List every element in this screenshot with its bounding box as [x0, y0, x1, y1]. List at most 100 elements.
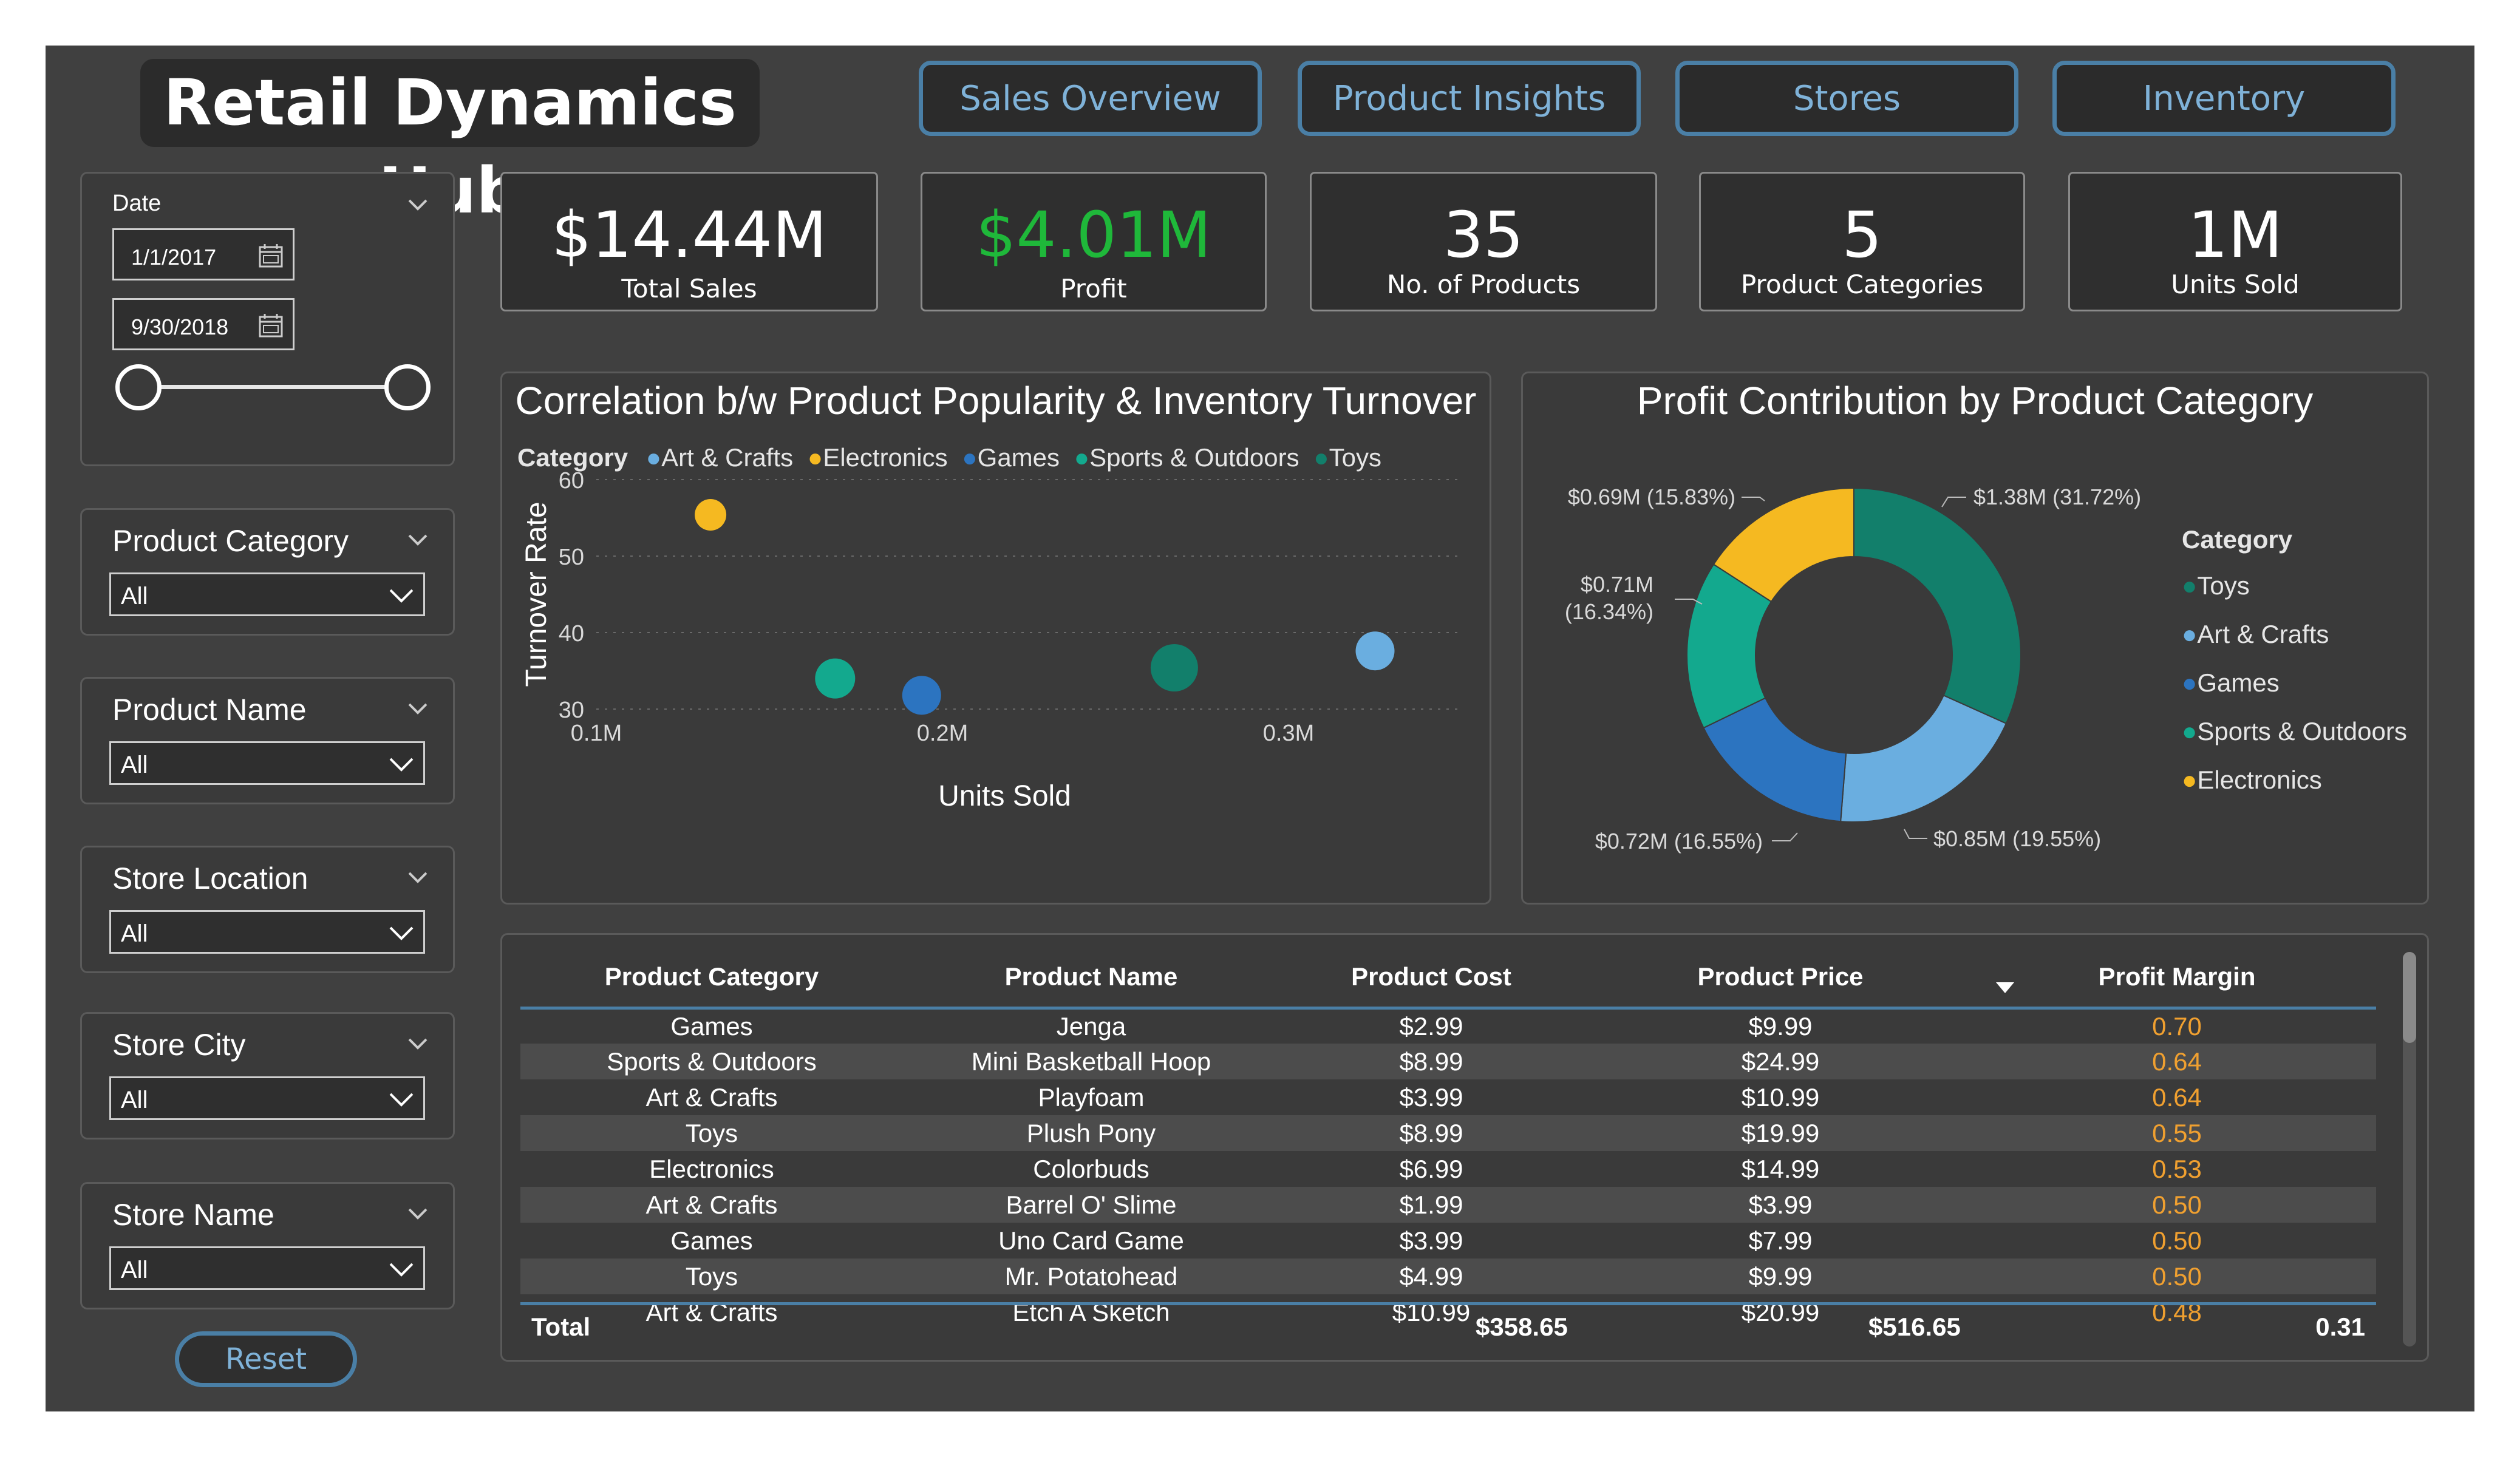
date-slicer: Date 1/1/2017 9/30/2018: [80, 172, 455, 466]
calendar-icon[interactable]: [257, 312, 284, 339]
table-cell: Games: [670, 1226, 753, 1255]
scatter-point[interactable]: [695, 498, 727, 531]
chevron-down-icon[interactable]: [406, 1031, 430, 1055]
legend-dot: ●: [2182, 766, 2198, 794]
date-range-end-handle[interactable]: [384, 364, 431, 410]
table-cell: $10.99: [1741, 1082, 1820, 1112]
column-header[interactable]: Profit Margin: [1978, 947, 2376, 1010]
table-row[interactable]: Art & Crafts Barrel O' Slime $1.99 $3.99 0.5…: [520, 1187, 2376, 1223]
table-row[interactable]: Sports & Outdoors Mini Basketball Hoop $8.…: [520, 1044, 2376, 1079]
legend-item[interactable]: ●Electronics: [2182, 756, 2407, 804]
table-cell: $8.99: [1279, 1044, 1583, 1079]
table-cell: 0.55: [1978, 1115, 2376, 1151]
reset-button[interactable]: Reset: [175, 1331, 357, 1387]
y-axis-label: Turnover Rate: [520, 501, 553, 687]
legend-item[interactable]: ●Games: [2182, 659, 2407, 707]
nav-sales-overview-button[interactable]: Sales Overview: [919, 61, 1262, 136]
x-tick-label: 0.2M: [917, 721, 968, 746]
table-cell: Games: [670, 1011, 753, 1041]
legend-item[interactable]: ●Sports & Outdoors: [2182, 707, 2407, 756]
total-label: Total: [531, 1313, 591, 1341]
kpi-label: Units Sold: [2171, 270, 2300, 299]
date-range-track: [143, 385, 404, 389]
data-label: (16.34%): [1565, 599, 1653, 624]
store-location-dropdown[interactable]: All: [109, 910, 425, 954]
column-header[interactable]: Product Price: [1583, 947, 1978, 1010]
dropdown-value: All: [121, 920, 148, 947]
dropdown-value: All: [121, 1087, 148, 1113]
sort-descending-icon[interactable]: [1996, 982, 2014, 994]
scatter-point[interactable]: [902, 676, 941, 715]
column-header[interactable]: Product Name: [903, 947, 1279, 1010]
legend-dot: ●: [2182, 620, 2198, 648]
donut-legend: ●Toys ●Art & Crafts ●Games ●Sports & Out…: [2182, 562, 2407, 804]
kpi-card-product-categories: 5 Product Categories: [1699, 172, 2025, 311]
table-cell: $9.99: [1748, 1011, 1813, 1041]
date-start-field[interactable]: 1/1/2017: [112, 228, 295, 280]
calendar-icon[interactable]: [257, 242, 284, 269]
table-cell: Mini Basketball Hoop: [903, 1044, 1279, 1079]
chevron-down-icon[interactable]: [406, 1201, 430, 1225]
table-scrollbar[interactable]: [2403, 952, 2416, 1347]
nav-stores-button[interactable]: Stores: [1675, 61, 2018, 136]
kpi-label: Product Categories: [1740, 270, 1984, 299]
table-cell: 0.64: [2152, 1082, 2202, 1112]
table-cell: 0.50: [1978, 1187, 2376, 1223]
table-row[interactable]: Toys Plush Pony $8.99 $19.99 0.55: [520, 1115, 2376, 1151]
legend-item[interactable]: ●Toys: [2182, 562, 2407, 610]
table-cell: $3.99: [1583, 1187, 1978, 1223]
scatter-point[interactable]: [1150, 644, 1198, 691]
product-name-dropdown[interactable]: All: [109, 741, 425, 785]
product-category-dropdown[interactable]: All: [109, 572, 425, 616]
slicer-title: Store Name: [112, 1198, 274, 1232]
chevron-down-icon[interactable]: [406, 696, 430, 720]
column-header[interactable]: Product Category: [520, 947, 903, 1010]
slicer-title: Store Location: [112, 861, 308, 895]
store-name-dropdown[interactable]: All: [109, 1246, 425, 1290]
chevron-down-icon: [389, 1263, 414, 1277]
donut-slice[interactable]: [1853, 487, 2021, 725]
date-range-start-handle[interactable]: [115, 364, 162, 410]
legend-dot: ●: [2182, 571, 2198, 600]
legend-item[interactable]: ●Art & Crafts: [2182, 610, 2407, 659]
product-table: Product Category Product Name Product Co…: [520, 947, 2376, 1330]
data-label: $0.71M: [1581, 572, 1653, 597]
donut-slice[interactable]: [1840, 695, 2007, 823]
scrollbar-thumb[interactable]: [2403, 952, 2416, 1043]
nav-product-insights-button[interactable]: Product Insights: [1298, 61, 1641, 136]
chevron-down-icon[interactable]: [406, 864, 430, 889]
table-cell: $6.99: [1399, 1154, 1463, 1183]
table-row[interactable]: Art & Crafts Playfoam $3.99 $10.99 0.64: [520, 1079, 2376, 1115]
kpi-card-products: 35 No. of Products: [1310, 172, 1657, 311]
data-label: $1.38M (31.72%): [1973, 484, 2141, 509]
chevron-down-icon[interactable]: [406, 192, 430, 216]
store-city-dropdown[interactable]: All: [109, 1076, 425, 1120]
nav-inventory-button[interactable]: Inventory: [2052, 61, 2396, 136]
table-cell: $3.99: [1399, 1082, 1463, 1112]
data-label: $0.69M (15.83%): [1568, 484, 1735, 509]
table-cell: 0.70: [2152, 1011, 2202, 1041]
column-header[interactable]: Product Cost: [1279, 947, 1583, 1010]
table-row[interactable]: Games Jenga $2.99 $9.99 0.70: [520, 1008, 2376, 1044]
table-row[interactable]: Toys Mr. Potatohead $4.99 $9.99 0.50: [520, 1258, 2376, 1294]
table-total-row: Total $358.65 $516.65 0.31: [520, 1302, 2376, 1342]
scatter-chart-panel: Correlation b/w Product Popularity & Inv…: [500, 372, 1491, 905]
table-cell: Jenga: [1056, 1011, 1126, 1041]
table-cell: Plush Pony: [903, 1115, 1279, 1151]
table-cell: Mr. Potatohead: [903, 1258, 1279, 1294]
scatter-point[interactable]: [1355, 631, 1395, 671]
chevron-down-icon[interactable]: [406, 527, 430, 551]
table-cell: $3.99: [1399, 1226, 1463, 1255]
kpi-label: Profit: [1060, 274, 1127, 304]
scatter-point[interactable]: [815, 658, 856, 699]
app-title: Retail Dynamics Hub: [140, 59, 760, 228]
store-location-slicer: Store Location All: [80, 846, 455, 973]
report-canvas: Retail Dynamics Hub Sales Overview Produ…: [46, 46, 2474, 1411]
table-cell: Toys: [520, 1258, 903, 1294]
x-tick-label: 0.1M: [571, 721, 622, 746]
table-row[interactable]: Games Uno Card Game $3.99 $7.99 0.50: [520, 1223, 2376, 1258]
x-axis-label: Units Sold: [938, 780, 1071, 812]
date-end-field[interactable]: 9/30/2018: [112, 298, 295, 350]
table-row[interactable]: Electronics Colorbuds $6.99 $14.99 0.53: [520, 1151, 2376, 1187]
leader-line: [1941, 497, 1966, 508]
